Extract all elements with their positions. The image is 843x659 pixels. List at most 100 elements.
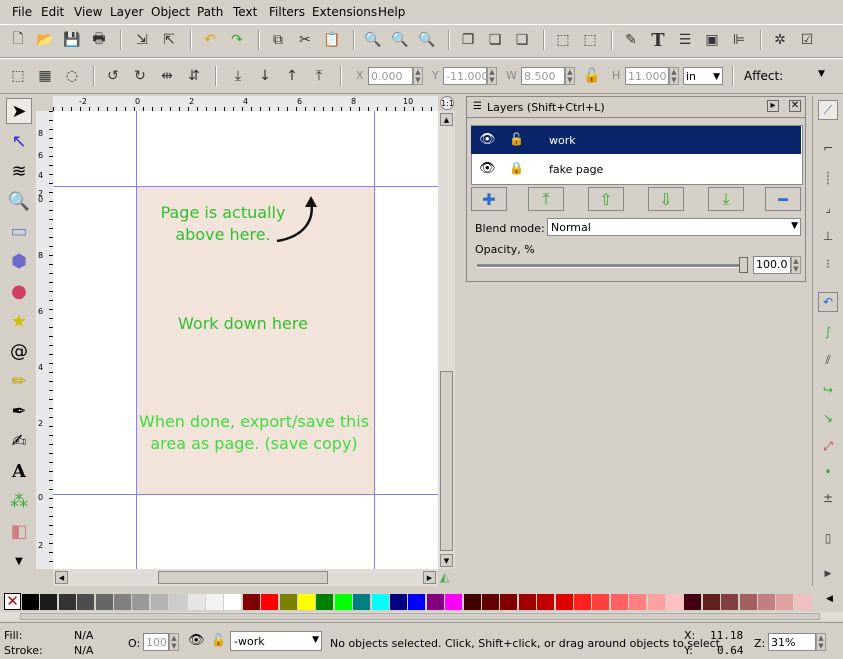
color-swatch[interactable]	[22, 594, 39, 610]
preferences-icon[interactable]: ✲	[770, 30, 790, 50]
blend-mode-select[interactable]: Normal ▼	[547, 218, 801, 236]
eraser-tool-icon[interactable]: ◧	[6, 518, 32, 544]
spiral-tool-icon[interactable]: @	[6, 338, 32, 364]
document-metadata-icon[interactable]: ☑	[797, 30, 817, 50]
node-tool-icon[interactable]: ↖	[6, 128, 32, 154]
rectangle-tool-icon[interactable]: ▭	[6, 218, 32, 244]
w-spinner[interactable]: ▲ ▼	[565, 67, 575, 85]
snap-bbox-center-icon[interactable]: ⁝	[818, 254, 838, 274]
stroke-value[interactable]: N/A	[74, 644, 93, 657]
menu-view[interactable]: View	[74, 5, 102, 19]
calligraphy-tool-icon[interactable]: ✍	[6, 428, 32, 454]
menu-layer[interactable]: Layer	[110, 5, 143, 19]
color-swatch[interactable]	[647, 594, 665, 610]
lower-layer-button[interactable]: ⇩	[648, 187, 684, 211]
rotate-cw-icon[interactable]: ↻	[130, 66, 150, 86]
color-swatch[interactable]	[500, 594, 518, 610]
unit-select[interactable]: in ▼	[683, 67, 723, 85]
color-swatch[interactable]	[371, 594, 389, 610]
undo-icon[interactable]: ↶	[200, 30, 220, 50]
scroll-left-icon[interactable]: ◀	[55, 571, 68, 584]
lock-icon[interactable]: 🔒	[509, 161, 524, 175]
x-input[interactable]: 0.000	[368, 67, 413, 85]
horizontal-scroll-thumb[interactable]	[158, 571, 328, 584]
snap-page-border-icon[interactable]: ▯	[818, 528, 838, 548]
flip-vertical-icon[interactable]: ⇵	[184, 66, 204, 86]
snap-line-midpoints-icon[interactable]: ⤢	[818, 436, 838, 456]
star-tool-icon[interactable]: ★	[6, 308, 32, 334]
snap-nodes-icon[interactable]: ↶	[818, 292, 838, 312]
snap-bbox-corner-icon[interactable]: ⌟	[818, 198, 838, 218]
color-swatch[interactable]	[408, 594, 426, 610]
raise-to-top-button[interactable]: ⤒	[528, 187, 564, 211]
color-swatch[interactable]	[40, 594, 58, 610]
current-layer-select[interactable]: -work ▼	[230, 631, 322, 651]
select-all-icon[interactable]: ⬚	[8, 66, 28, 86]
lower-to-bottom-button[interactable]: ⤓	[708, 187, 744, 211]
menu-help[interactable]: Help	[378, 5, 405, 19]
close-icon[interactable]: ✕	[789, 100, 801, 112]
zoom-drawing-icon[interactable]: 🔍	[390, 30, 410, 50]
opacity-input[interactable]: 100.0	[753, 256, 791, 274]
copy-icon[interactable]: ⧉	[268, 30, 288, 50]
raise-layer-button[interactable]: ⇧	[588, 187, 624, 211]
3d-box-tool-icon[interactable]: ⬢	[6, 248, 32, 274]
no-paint-swatch[interactable]: ✕	[4, 593, 21, 610]
color-swatch[interactable]	[169, 594, 187, 610]
h-input[interactable]: 11.000	[625, 67, 669, 85]
palette-scroll-icon[interactable]: ◀	[826, 594, 833, 604]
clone-icon[interactable]: ❏	[485, 30, 505, 50]
spray-tool-icon[interactable]: ⁂	[6, 488, 32, 514]
snap-paths-icon[interactable]: ∫	[818, 322, 838, 342]
add-layer-button[interactable]: ✚	[471, 187, 507, 211]
rotate-ccw-icon[interactable]: ↺	[103, 66, 123, 86]
y-spinner[interactable]: ▲ ▼	[487, 67, 497, 85]
menu-extensions[interactable]: Extensions	[312, 5, 377, 19]
delete-layer-button[interactable]: ━	[765, 187, 801, 211]
color-swatch[interactable]	[132, 594, 150, 610]
snap-cusp-nodes-icon[interactable]: ↪	[818, 380, 838, 400]
color-swatch[interactable]	[261, 594, 279, 610]
raise-icon[interactable]: ↑	[282, 66, 302, 86]
text-font-icon[interactable]: T	[648, 30, 668, 51]
x-spinner[interactable]: ▲ ▼	[413, 67, 423, 85]
menu-object[interactable]: Object	[151, 5, 190, 19]
menu-text[interactable]: Text	[233, 5, 257, 19]
palette-scroll-thumb[interactable]	[20, 613, 820, 620]
zoom-page-icon[interactable]: 🔍	[417, 30, 437, 50]
lock-open-icon[interactable]: 🔓	[211, 633, 226, 647]
color-swatch[interactable]	[537, 594, 555, 610]
color-swatch[interactable]	[242, 594, 260, 610]
color-swatch[interactable]	[592, 594, 610, 610]
color-swatch[interactable]	[794, 594, 812, 610]
color-swatch[interactable]	[666, 594, 683, 610]
save-icon[interactable]: 💾	[62, 30, 82, 50]
color-swatch[interactable]	[610, 594, 628, 610]
xml-editor-icon[interactable]: ☰	[675, 30, 695, 50]
snap-object-centers-icon[interactable]: •	[818, 462, 838, 482]
color-swatch[interactable]	[776, 594, 794, 610]
horizontal-scrollbar[interactable]: ◀ ▶	[53, 569, 438, 586]
zoom-spinner[interactable]: ▲ ▼	[816, 633, 826, 651]
color-swatch[interactable]	[574, 594, 591, 610]
color-swatch[interactable]	[702, 594, 720, 610]
vertical-scrollbar[interactable]: ▲ ▼	[438, 111, 455, 569]
group-icon[interactable]: ⬚	[553, 30, 573, 50]
fill-value[interactable]: N/A	[74, 629, 93, 642]
color-swatch[interactable]	[316, 594, 334, 610]
unlink-clone-icon[interactable]: ❑	[512, 30, 532, 50]
palette-scrollbar[interactable]	[0, 612, 843, 621]
color-swatch[interactable]	[758, 594, 775, 610]
flip-horizontal-icon[interactable]: ⇹	[157, 66, 177, 86]
snap-bbox-midpoint-icon[interactable]: ⊥	[818, 226, 838, 246]
pen-tool-icon[interactable]: ✒	[6, 398, 32, 424]
color-manage-icon[interactable]: ◭	[440, 570, 454, 584]
eye-visible-icon[interactable]: 👁	[479, 161, 496, 176]
export-icon[interactable]: ⇱	[159, 30, 179, 50]
color-swatch[interactable]	[224, 594, 242, 610]
color-swatch[interactable]	[187, 594, 205, 610]
scroll-down-icon[interactable]: ▼	[440, 554, 453, 567]
color-swatch[interactable]	[95, 594, 113, 610]
color-swatch[interactable]	[150, 594, 168, 610]
color-swatch[interactable]	[298, 594, 315, 610]
